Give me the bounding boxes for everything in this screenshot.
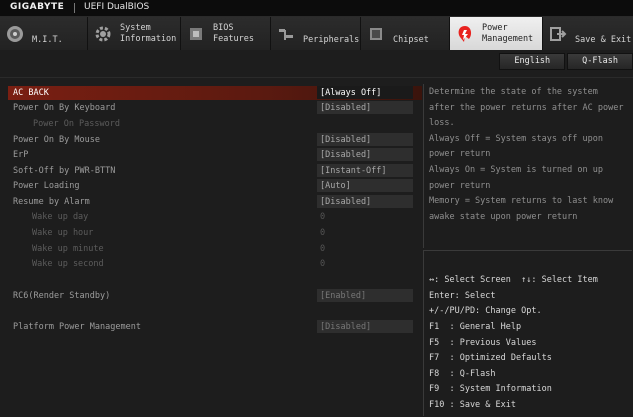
setting-wake-up-minute: Wake up minute 0 (8, 242, 422, 256)
tab-label: Save & Exit (575, 35, 632, 45)
setting-label: Platform Power Management (13, 322, 141, 332)
setting-label: Soft-Off by PWR-BTTN (13, 166, 116, 176)
key-hint: Enter: Select (429, 291, 496, 301)
setting-value[interactable]: [Instant-Off] (317, 164, 413, 177)
setting-value[interactable]: [Disabled] (317, 101, 413, 114)
setting-label: Resume by Alarm (13, 197, 90, 207)
header-divider (0, 77, 633, 78)
setting-power-on-password: Power On Password (8, 117, 422, 131)
bios-chip-icon (185, 23, 207, 45)
setting-value[interactable]: [Enabled] (317, 289, 413, 302)
qflash-button[interactable]: Q-Flash (567, 53, 633, 70)
power-icon (454, 23, 476, 45)
setting-label: Wake up minute (32, 244, 104, 254)
setting-value: 0 (320, 259, 326, 269)
setting-label: Wake up second (32, 259, 104, 269)
setting-value[interactable]: [Auto] (317, 179, 413, 192)
key-hint: F9 : System Information (429, 384, 552, 394)
help-text: Determine the state of the system (429, 87, 598, 97)
setting-erp[interactable]: ErP [Disabled] (8, 148, 422, 162)
setting-label: Power On By Keyboard (13, 103, 116, 113)
help-text: power return (429, 181, 491, 191)
tab-system-information[interactable]: System Information (88, 17, 181, 50)
help-panel: Determine the state of the system after … (423, 84, 632, 248)
disc-icon (4, 23, 26, 45)
key-hint: F8 : Q-Flash (429, 369, 496, 379)
gear-icon (92, 23, 114, 45)
exit-icon (547, 23, 569, 45)
tab-bios-features[interactable]: BIOS Features (181, 17, 271, 50)
setting-label: ErP (13, 150, 29, 160)
usb-icon (275, 23, 297, 45)
setting-value: 0 (320, 244, 326, 254)
setting-soft-off-by-pwr-bttn[interactable]: Soft-Off by PWR-BTTN [Instant-Off] (8, 164, 422, 178)
setting-wake-up-day: Wake up day 0 (8, 210, 422, 224)
setting-wake-up-hour: Wake up hour 0 (8, 226, 422, 240)
tab-chipset[interactable]: Chipset (361, 17, 450, 50)
setting-wake-up-second: Wake up second 0 (8, 257, 422, 271)
setting-ac-back[interactable]: AC BACK [Always Off] (8, 86, 422, 100)
tab-label: BIOS Features (213, 22, 254, 44)
chip-icon (365, 23, 387, 45)
key-hint: ↔: Select Screen ↑↓: Select Item (429, 275, 598, 285)
setting-value[interactable]: [Disabled] (317, 148, 413, 161)
setting-power-on-by-keyboard[interactable]: Power On By Keyboard [Disabled] (8, 101, 422, 115)
language-button[interactable]: English (499, 53, 566, 70)
setting-power-on-by-mouse[interactable]: Power On By Mouse [Disabled] (8, 133, 422, 147)
utility-bar: English Q-Flash (497, 53, 633, 71)
setting-rc6-render-standby[interactable]: RC6(Render Standby) [Enabled] (8, 289, 422, 303)
setting-power-loading[interactable]: Power Loading [Auto] (8, 179, 422, 193)
setting-label: Power Loading (13, 181, 80, 191)
key-hint: F7 : Optimized Defaults (429, 353, 552, 363)
setting-value: 0 (320, 212, 326, 222)
brand-divider (74, 3, 75, 13)
tab-label: Peripherals (303, 35, 360, 45)
tab-mit[interactable]: M.I.T. (0, 17, 88, 50)
tab-label: Power Management (482, 22, 534, 44)
main-tabs: M.I.T. System Information BIOS Features … (0, 17, 633, 50)
brand-logo: GIGABYTE (10, 2, 65, 12)
setting-label: Wake up day (32, 212, 89, 222)
key-legend: ↔: Select Screen ↑↓: Select Item Enter: … (423, 250, 632, 416)
setting-label: Power On Password (33, 119, 120, 129)
tab-label: System Information (120, 22, 177, 44)
key-hint: +/-/PU/PD: Change Opt. (429, 306, 542, 316)
setting-resume-by-alarm[interactable]: Resume by Alarm [Disabled] (8, 195, 422, 209)
help-text: power return (429, 149, 491, 159)
brand-bar: GIGABYTE UEFI DualBIOS (0, 0, 633, 17)
help-text: Always Off = System stays off upon (429, 134, 603, 144)
help-text: awake state upon power return (429, 212, 578, 222)
key-hint: F1 : General Help (429, 322, 522, 332)
help-text: loss. (429, 118, 455, 128)
product-name: UEFI DualBIOS (84, 2, 150, 12)
setting-platform-power-management[interactable]: Platform Power Management [Disabled] (8, 320, 422, 334)
tab-save-exit[interactable]: Save & Exit (543, 17, 633, 50)
tab-label: M.I.T. (32, 35, 63, 45)
setting-label: AC BACK (13, 88, 49, 98)
tab-label: Chipset (393, 35, 429, 45)
setting-value[interactable]: [Disabled] (317, 133, 413, 146)
help-text: after the power returns after AC power (429, 103, 624, 113)
setting-value[interactable]: [Disabled] (317, 320, 413, 333)
setting-label: Power On By Mouse (13, 135, 100, 145)
setting-label: Wake up hour (32, 228, 94, 238)
setting-label: RC6(Render Standby) (13, 291, 111, 301)
setting-value: 0 (320, 228, 326, 238)
help-text: Always On = System is turned on up (429, 165, 603, 175)
setting-value[interactable]: [Disabled] (317, 195, 413, 208)
setting-value[interactable]: [Always Off] (317, 86, 413, 99)
help-text: Memory = System returns to last know (429, 196, 614, 206)
key-hint: F5 : Previous Values (429, 338, 537, 348)
tab-peripherals[interactable]: Peripherals (271, 17, 361, 50)
key-hint: F10 : Save & Exit (429, 400, 516, 410)
settings-list: AC BACK [Always Off] Power On By Keyboar… (8, 84, 422, 414)
tab-power-management[interactable]: Power Management (450, 17, 543, 50)
